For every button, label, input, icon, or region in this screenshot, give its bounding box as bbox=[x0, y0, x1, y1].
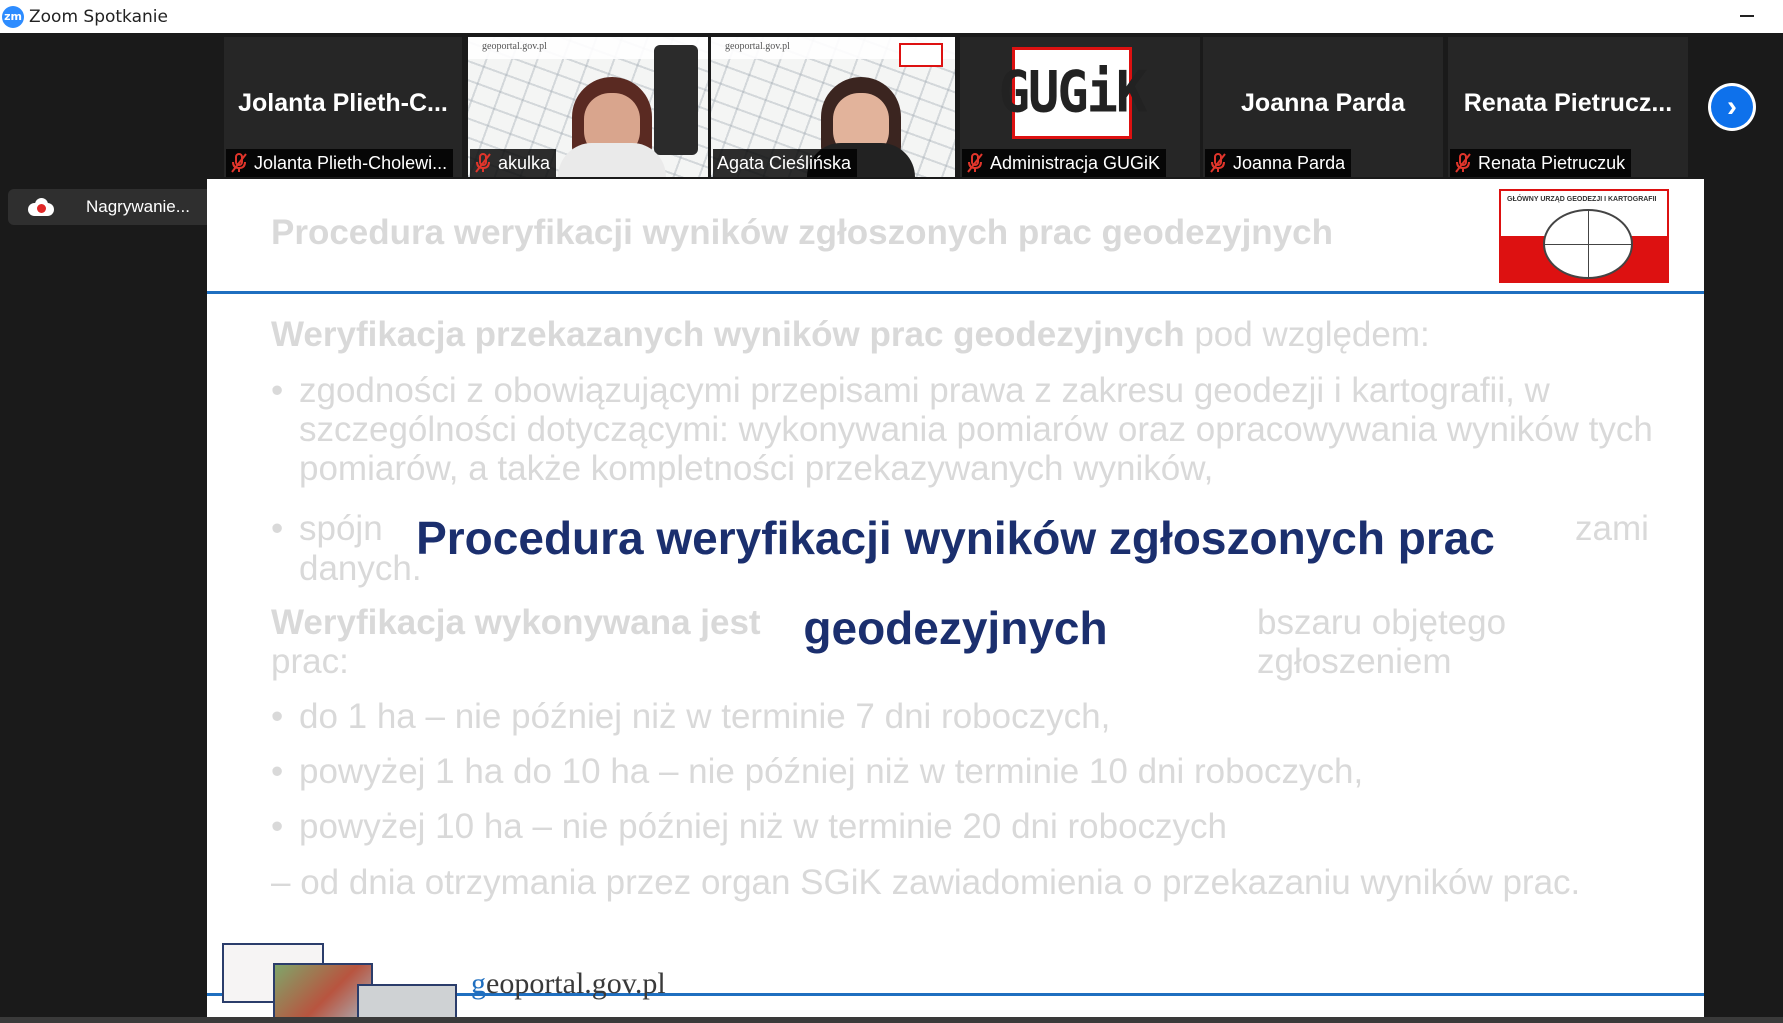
slide-title-line2: geodezyjnych bbox=[803, 602, 1108, 654]
participant-caption: Jolanta Plieth-Cholewi... bbox=[226, 149, 454, 177]
meeting-stage: Jolanta Plieth-C... Jolanta Plieth-Chole… bbox=[0, 33, 1783, 1023]
slide-main-title: Procedura weryfikacji wyników zgłoszonyc… bbox=[207, 493, 1704, 673]
slide-bullet1: zgodności z obowiązującymi przepisami pr… bbox=[299, 371, 1653, 488]
globe-icon bbox=[1543, 209, 1633, 279]
participant-caption: Renata Pietruczuk bbox=[1450, 149, 1632, 177]
participant-tile-jolanta[interactable]: Jolanta Plieth-C... Jolanta Plieth-Chole… bbox=[224, 37, 462, 177]
participant-tile-agata[interactable]: geoportal.gov.pl Agata Cieślińska bbox=[711, 37, 955, 177]
title-bar: zm Zoom Spotkanie bbox=[0, 0, 1783, 33]
slide-item: powyżej 10 ha – nie później niż w termin… bbox=[299, 807, 1228, 846]
geoportal-brand: geoportal.gov.pl bbox=[471, 967, 666, 1001]
minimize-icon bbox=[1740, 15, 1754, 17]
recording-label: Nagrywanie... bbox=[86, 197, 190, 216]
bullet-dot: • bbox=[271, 371, 284, 410]
participant-tile-joanna[interactable]: Joanna Parda Joanna Parda bbox=[1203, 37, 1443, 177]
cloud-recording-icon bbox=[28, 198, 54, 216]
participant-big-name: Joanna Parda bbox=[1241, 89, 1405, 117]
chevron-right-icon: › bbox=[1711, 86, 1753, 128]
relief-thumbnail bbox=[357, 984, 457, 1017]
window-title: Zoom Spotkanie bbox=[29, 6, 168, 27]
gugik-logo: GUGiK bbox=[999, 47, 1147, 139]
bullet-dot: • bbox=[271, 697, 284, 736]
slide-para1: Weryfikacja przekazanych wyników prac ge… bbox=[271, 315, 1430, 354]
participant-caption: Joanna Parda bbox=[1205, 149, 1352, 177]
participant-caption: Administracja GUGiK bbox=[962, 149, 1167, 177]
participant-name: Agata Cieślińska bbox=[717, 152, 852, 173]
para1-bold: Weryfikacja przekazanych wyników prac ge… bbox=[271, 315, 1185, 354]
participant-tile-gugik[interactable]: GUGiK Administracja GUGiK bbox=[960, 37, 1200, 177]
gugik-logo-caption: GŁÓWNY URZĄD GEODEZJI I KARTOGRAFII bbox=[1507, 196, 1657, 203]
bullet-dot: • bbox=[271, 807, 284, 846]
gugik-logo-text: GUGiK bbox=[998, 60, 1148, 126]
slide-item: powyżej 1 ha do 10 ha – nie później niż … bbox=[299, 752, 1364, 791]
bottom-edge bbox=[0, 1017, 1783, 1023]
participant-name: Renata Pietruczuk bbox=[1478, 152, 1626, 173]
slide-top-divider bbox=[207, 291, 1704, 294]
slide-item: do 1 ha – nie później niż w terminie 7 d… bbox=[299, 697, 1111, 736]
shared-screen-slide: Procedura weryfikacji wyników zgłoszonyc… bbox=[207, 179, 1704, 1017]
video-header-text: geoportal.gov.pl bbox=[725, 41, 790, 52]
muted-mic-icon bbox=[230, 153, 248, 173]
participant-name: Jolanta Plieth-Cholewi... bbox=[254, 152, 448, 173]
participant-video-person bbox=[552, 59, 672, 177]
recording-indicator[interactable]: Nagrywanie... bbox=[8, 189, 221, 225]
participant-tile-renata[interactable]: Renata Pietrucz... Renata Pietruczuk bbox=[1448, 37, 1688, 177]
video-header-text: geoportal.gov.pl bbox=[482, 41, 547, 52]
participant-name: akulka bbox=[498, 152, 551, 173]
slide-faded-title: Procedura weryfikacji wyników zgłoszonyc… bbox=[271, 213, 1333, 252]
muted-mic-icon bbox=[474, 153, 492, 173]
muted-mic-icon bbox=[1454, 153, 1472, 173]
gugik-slide-logo: GŁÓWNY URZĄD GEODEZJI I KARTOGRAFII bbox=[1499, 189, 1669, 283]
bullet-dot: • bbox=[271, 752, 284, 791]
participant-name: Joanna Parda bbox=[1233, 152, 1346, 173]
participant-caption: akulka bbox=[470, 149, 557, 177]
participant-big-name: Jolanta Plieth-C... bbox=[238, 89, 448, 117]
slide-title-line1: Procedura weryfikacji wyników zgłoszonyc… bbox=[416, 512, 1495, 564]
gallery-next-button[interactable]: › bbox=[1708, 83, 1756, 131]
zoom-logo-icon: zm bbox=[2, 5, 24, 28]
geoportal-text: eoportal.gov.pl bbox=[486, 967, 666, 1000]
participant-name: Administracja GUGiK bbox=[990, 152, 1161, 173]
minimize-button[interactable] bbox=[1737, 6, 1757, 26]
participant-caption: Agata Cieślińska bbox=[713, 149, 858, 177]
para1-rest: pod względem: bbox=[1184, 315, 1430, 354]
muted-mic-icon bbox=[966, 153, 984, 173]
participant-tile-akulka[interactable]: geoportal.gov.pl akulka bbox=[468, 37, 708, 177]
muted-mic-icon bbox=[1209, 153, 1227, 173]
geoportal-g: g bbox=[471, 967, 486, 1000]
slide-closing: – od dnia otrzymania przez organ SGiK za… bbox=[271, 863, 1581, 902]
participant-big-name: Renata Pietrucz... bbox=[1463, 89, 1673, 117]
